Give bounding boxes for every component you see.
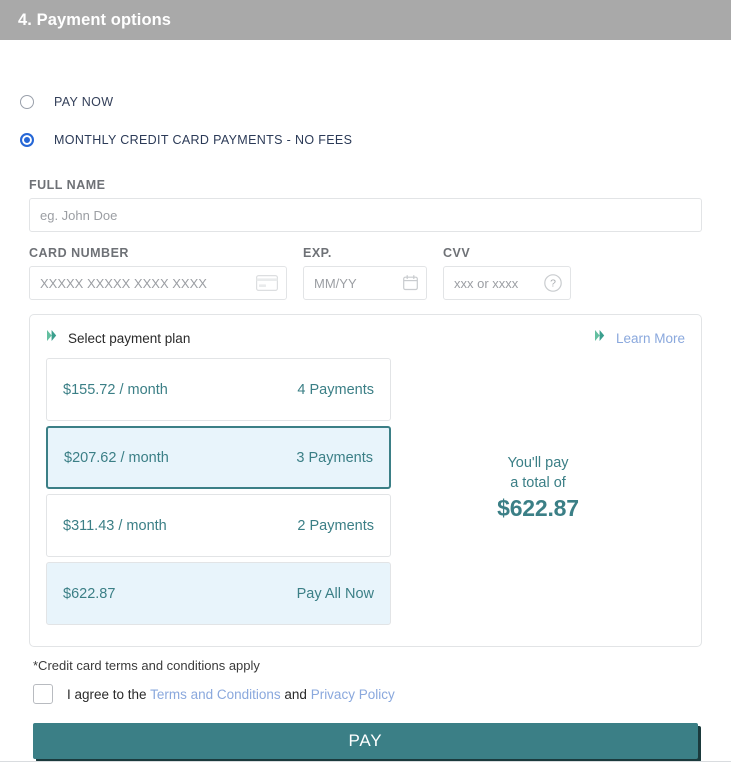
full-name-field-group: FULL NAME eg. John Doe xyxy=(29,178,702,232)
card-form: FULL NAME eg. John Doe CARD NUMBER XXXXX… xyxy=(16,164,715,300)
plan-count: 3 Payments xyxy=(296,449,373,466)
plan-amount: $155.72 / month xyxy=(63,381,168,398)
agree-terms-text: I agree to the Terms and Conditions and … xyxy=(67,687,395,702)
cvv-field-group: CVV xxx or xxxx ? xyxy=(443,246,571,300)
credit-card-icon xyxy=(256,275,278,291)
plan-option-3-payments[interactable]: $207.62 / month 3 Payments xyxy=(46,426,391,489)
radio-option-monthly[interactable]: MONTHLY CREDIT CARD PAYMENTS - NO FEES xyxy=(16,126,715,154)
agree-prefix: I agree to the xyxy=(67,686,151,702)
payment-plan-header: Select payment plan Learn More xyxy=(46,328,685,348)
credit-terms-note: *Credit card terms and conditions apply xyxy=(33,658,260,673)
payment-plan-options: $155.72 / month 4 Payments $207.62 / mon… xyxy=(46,358,391,630)
chevron-logo-icon xyxy=(46,328,61,348)
pay-button[interactable]: PAY xyxy=(33,723,698,759)
section-header: 4. Payment options xyxy=(0,0,731,40)
total-summary: You'll pay a total of $622.87 xyxy=(391,358,685,630)
radio-option-pay-now[interactable]: PAY NOW xyxy=(16,88,715,116)
plan-count: 2 Payments xyxy=(297,517,374,534)
radio-label-pay-now: PAY NOW xyxy=(54,95,114,109)
cvv-label: CVV xyxy=(443,246,471,260)
plan-count: 4 Payments xyxy=(297,381,374,398)
payment-plan-card: Select payment plan Learn More $155.72 /… xyxy=(29,314,702,647)
total-amount: $622.87 xyxy=(497,494,579,521)
plan-option-2-payments[interactable]: $311.43 / month 2 Payments xyxy=(46,494,391,557)
exp-label: EXP. xyxy=(303,246,332,260)
full-name-label: FULL NAME xyxy=(29,178,106,192)
plan-option-4-payments[interactable]: $155.72 / month 4 Payments xyxy=(46,358,391,421)
radio-icon-pay-now[interactable] xyxy=(20,95,34,109)
cvv-placeholder: xxx or xxxx xyxy=(454,275,519,291)
card-number-field-group: CARD NUMBER XXXXX XXXXX XXXX XXXX xyxy=(29,246,287,300)
exp-input[interactable]: MM/YY xyxy=(303,266,427,300)
total-line-1: You'll pay xyxy=(507,454,569,471)
terms-and-conditions-link[interactable]: Terms and Conditions xyxy=(150,687,281,702)
chevron-logo-icon-learn-more xyxy=(594,328,609,348)
total-line-2: a total of xyxy=(510,474,566,491)
learn-more-group[interactable]: Learn More xyxy=(594,328,685,348)
bottom-divider xyxy=(0,761,731,762)
exp-field-group: EXP. MM/YY xyxy=(303,246,427,300)
learn-more-link[interactable]: Learn More xyxy=(616,331,685,346)
full-name-placeholder: eg. John Doe xyxy=(40,207,118,223)
help-circle-icon[interactable]: ? xyxy=(544,274,562,292)
plan-amount: $207.62 / month xyxy=(64,449,169,466)
agree-terms-row: I agree to the Terms and Conditions and … xyxy=(33,684,715,704)
page-title: 4. Payment options xyxy=(18,10,172,29)
payment-plan-body: $155.72 / month 4 Payments $207.62 / mon… xyxy=(46,358,685,630)
plan-count: Pay All Now xyxy=(296,585,374,602)
plan-option-pay-all-now[interactable]: $622.87 Pay All Now xyxy=(46,562,391,625)
privacy-policy-link[interactable]: Privacy Policy xyxy=(311,687,395,702)
pay-button-label: PAY xyxy=(348,731,383,750)
payment-options-content: PAY NOW MONTHLY CREDIT CARD PAYMENTS - N… xyxy=(0,40,731,759)
card-details-row: CARD NUMBER XXXXX XXXXX XXXX XXXX EXP. M… xyxy=(29,246,702,300)
agree-middle: and xyxy=(280,686,311,702)
card-number-placeholder: XXXXX XXXXX XXXX XXXX xyxy=(40,275,207,291)
agree-terms-checkbox[interactable] xyxy=(33,684,53,704)
calendar-icon xyxy=(403,275,418,291)
cvv-input[interactable]: xxx or xxxx ? xyxy=(443,266,571,300)
plan-amount: $622.87 xyxy=(63,585,116,602)
exp-placeholder: MM/YY xyxy=(314,275,357,291)
svg-text:?: ? xyxy=(550,278,556,290)
card-number-input[interactable]: XXXXX XXXXX XXXX XXXX xyxy=(29,266,287,300)
payment-plan-title-group: Select payment plan xyxy=(46,328,190,348)
full-name-input[interactable]: eg. John Doe xyxy=(29,198,702,232)
radio-icon-monthly[interactable] xyxy=(20,133,34,147)
radio-label-monthly: MONTHLY CREDIT CARD PAYMENTS - NO FEES xyxy=(54,133,353,147)
pay-button-wrap: PAY xyxy=(16,704,715,759)
payment-plan-title: Select payment plan xyxy=(68,330,191,346)
payment-method-radio-group: PAY NOW MONTHLY CREDIT CARD PAYMENTS - N… xyxy=(16,40,715,154)
plan-amount: $311.43 / month xyxy=(63,517,167,534)
card-number-label: CARD NUMBER xyxy=(29,246,129,260)
